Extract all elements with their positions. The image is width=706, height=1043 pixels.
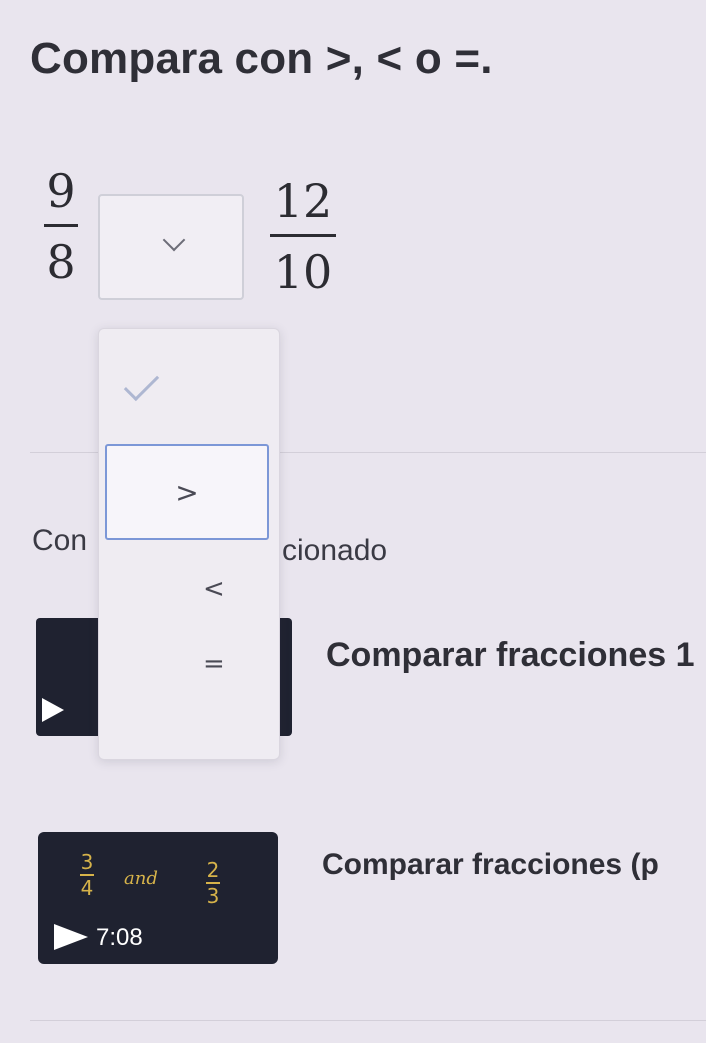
play-icon[interactable] — [54, 924, 88, 950]
left-fraction-numerator: 9 — [46, 164, 76, 218]
thumbnail-fraction-a-num: 3 — [80, 850, 94, 874]
left-fraction-bar — [44, 224, 78, 227]
thumbnail-fraction-b: 2 3 — [206, 860, 220, 906]
video-duration: 7:08 — [96, 924, 143, 951]
video-title-2[interactable]: Comparar fracciones (p — [322, 848, 706, 882]
status-text-left: Con — [32, 524, 88, 557]
thumbnail-fraction-b-den: 3 — [206, 884, 220, 908]
right-fraction: 12 10 — [270, 178, 336, 295]
chevron-down-icon — [162, 228, 186, 252]
video-thumbnail-2[interactable]: 3 4 and 2 3 7:08 — [38, 832, 278, 964]
left-fraction-denominator: 8 — [46, 235, 76, 289]
comparison-dropdown[interactable] — [98, 194, 244, 300]
thumbnail-fraction-b-num: 2 — [206, 858, 220, 882]
status-text-right: cionado — [282, 534, 388, 567]
comparison-options-menu[interactable]: > < = — [98, 328, 280, 760]
thumbnail-fraction-a-den: 4 — [80, 876, 94, 900]
bottom-divider — [30, 1020, 706, 1021]
exercise-prompt: Compara con >, < o =. — [30, 34, 493, 83]
option-equal[interactable]: = — [203, 649, 225, 679]
right-fraction-denominator: 10 — [273, 245, 333, 299]
option-greater-than[interactable]: > — [105, 444, 269, 540]
check-icon — [123, 365, 160, 402]
thumbnail-fraction-a: 3 4 — [80, 852, 94, 898]
thumbnail-and-word: and — [124, 868, 158, 889]
right-fraction-numerator: 12 — [273, 174, 333, 228]
video-title-1[interactable]: Comparar fracciones 1 — [326, 636, 706, 675]
right-fraction-bar — [270, 234, 336, 237]
left-fraction: 9 8 — [44, 168, 78, 285]
play-icon[interactable] — [42, 698, 64, 722]
option-less-than[interactable]: < — [203, 574, 225, 604]
